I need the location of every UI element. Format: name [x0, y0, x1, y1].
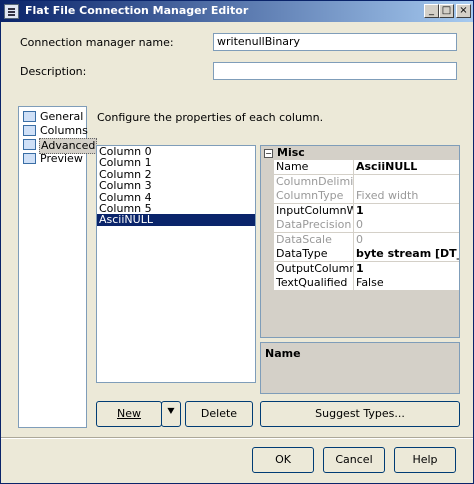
window-title: Flat File Connection Manager Editor	[25, 4, 249, 17]
property-grid: − Misc Name AsciiNULL ColumnDelimiter Co…	[260, 145, 460, 338]
property-row-name[interactable]: Name AsciiNULL	[261, 160, 459, 175]
property-name: Name	[274, 160, 354, 174]
list-item-selected[interactable]: AsciiNULL	[97, 214, 255, 226]
property-row-outputcolumnwidth[interactable]: OutputColumnWidth 1	[261, 261, 459, 276]
property-name: DataType	[274, 247, 354, 261]
property-row-columndelimiter: ColumnDelimiter	[261, 174, 459, 189]
property-value[interactable]: 1	[354, 203, 459, 218]
page-nav: General Columns Advanced Preview	[18, 106, 98, 428]
title-bar[interactable]: Flat File Connection Manager Editor _ □ …	[1, 1, 473, 22]
columns-icon	[23, 125, 36, 136]
nav-item-label: Columns	[40, 124, 88, 137]
cancel-button[interactable]: Cancel	[323, 447, 385, 473]
property-value	[354, 174, 459, 189]
suggest-types-button[interactable]: Suggest Types...	[260, 401, 460, 427]
property-help-panel: Name	[260, 342, 460, 394]
close-button[interactable]: ×	[456, 4, 471, 18]
property-value[interactable]: False	[354, 276, 459, 290]
columns-list[interactable]: Column 0 Column 1 Column 2 Column 3 Colu…	[96, 145, 256, 383]
minimize-button[interactable]: _	[424, 4, 439, 18]
collapse-icon[interactable]: −	[264, 149, 273, 158]
new-button[interactable]: New	[96, 401, 162, 427]
new-dropdown-button[interactable]: ⯆	[161, 401, 181, 427]
property-value[interactable]: byte stream [DT_BYTES]	[354, 247, 459, 261]
chevron-down-icon: ⯆	[165, 405, 177, 420]
property-row-dataprecision: DataPrecision 0	[261, 218, 459, 233]
property-value: 0	[354, 218, 459, 232]
property-value[interactable]: AsciiNULL	[354, 160, 459, 174]
property-row-inputcolumnwidth[interactable]: InputColumnWidth 1	[261, 203, 459, 218]
advanced-icon	[23, 139, 36, 150]
property-name: InputColumnWidth	[274, 203, 354, 218]
nav-item-label: Preview	[40, 152, 83, 165]
preview-icon	[23, 153, 36, 164]
property-row-datascale: DataScale 0	[261, 232, 459, 247]
nav-item-columns[interactable]: Columns	[19, 124, 88, 138]
property-name: DataPrecision	[274, 218, 354, 232]
general-icon	[23, 111, 36, 122]
property-name: DataScale	[274, 232, 354, 247]
connection-name-input[interactable]: writenullBinary	[213, 33, 457, 51]
property-row-datatype[interactable]: DataType byte stream [DT_BYTES]	[261, 247, 459, 262]
nav-item-general[interactable]: General	[19, 110, 86, 124]
nav-item-label: General	[40, 110, 84, 123]
property-value[interactable]: 1	[354, 261, 459, 276]
property-name: ColumnType	[274, 189, 354, 203]
property-name: OutputColumnWidth	[274, 261, 354, 276]
description-input[interactable]	[213, 62, 457, 80]
separator	[1, 437, 473, 439]
instruction-text: Configure the properties of each column.	[97, 111, 324, 124]
help-button[interactable]: Help	[394, 447, 456, 473]
delete-button[interactable]: Delete	[185, 401, 253, 427]
property-name: TextQualified	[274, 276, 354, 290]
property-row-textqualified[interactable]: TextQualified False	[261, 276, 459, 291]
connection-name-label: Connection manager name:	[20, 36, 174, 49]
maximize-button[interactable]: □	[439, 4, 454, 18]
dialog-window: Flat File Connection Manager Editor _ □ …	[0, 0, 474, 484]
property-row-columntype: ColumnType Fixed width	[261, 189, 459, 204]
ok-button[interactable]: OK	[252, 447, 314, 473]
app-icon	[4, 4, 19, 19]
property-category: − Misc	[261, 146, 459, 160]
description-label: Description:	[20, 65, 87, 78]
property-help-title: Name	[265, 347, 301, 360]
property-name: ColumnDelimiter	[274, 174, 354, 189]
list-item[interactable]: Column 3	[97, 180, 255, 191]
category-label: Misc	[277, 146, 305, 159]
nav-item-preview[interactable]: Preview	[19, 152, 86, 166]
property-value: Fixed width	[354, 189, 459, 203]
property-value: 0	[354, 232, 459, 247]
nav-item-advanced[interactable]: Advanced	[19, 138, 98, 154]
